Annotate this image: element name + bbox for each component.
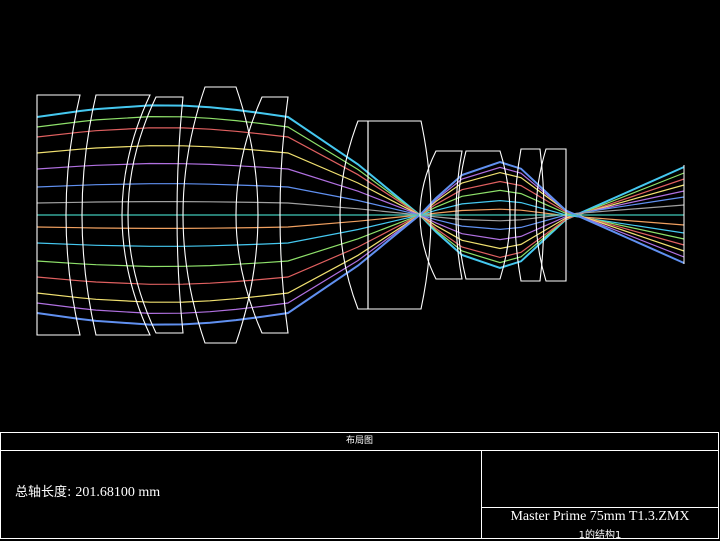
config-name: 1的结构1 <box>578 530 622 541</box>
file-info-cell: Master Prime 75mm T1.3.ZMX 1的结构1 <box>482 451 718 541</box>
ray-path <box>36 104 685 269</box>
lens-layout-diagram <box>36 86 685 344</box>
file-name: Master Prime 75mm T1.3.ZMX <box>510 509 690 524</box>
ray-bundles <box>36 104 685 326</box>
info-panel: 布局图 总轴长度: 201.68100 mm Master Prime 75mm … <box>0 432 719 541</box>
axis-length-value: 201.68100 mm <box>75 485 161 500</box>
ray-path <box>36 161 685 326</box>
ray-path <box>36 115 685 264</box>
axis-length-readout: 总轴长度: 201.68100 mm <box>15 481 160 501</box>
ray-path <box>36 166 685 315</box>
divider <box>482 507 718 508</box>
axis-length-label: 总轴长度: <box>15 485 72 500</box>
ray-path <box>36 199 685 247</box>
ray-path <box>36 183 685 231</box>
panel-title: 布局图 <box>1 433 718 451</box>
axis-length-cell: 总轴长度: 201.68100 mm <box>1 451 482 538</box>
